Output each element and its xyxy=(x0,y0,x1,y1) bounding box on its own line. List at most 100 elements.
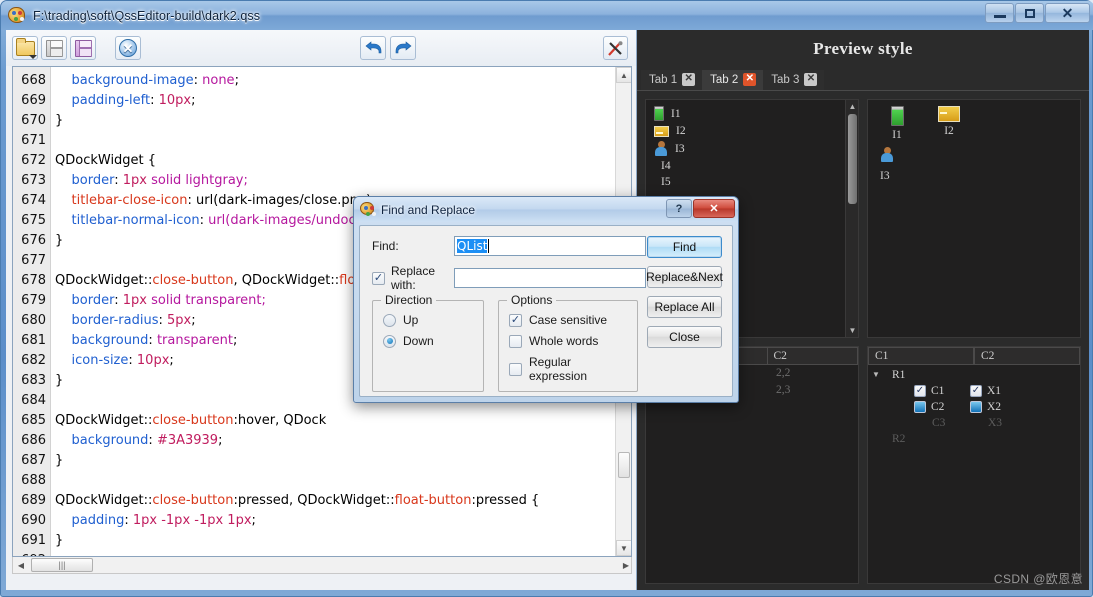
tree-child-row[interactable]: C3 X3 xyxy=(868,415,1080,431)
code-line[interactable]: padding: 1px -1px -1px 1px; xyxy=(55,511,631,531)
tree-header[interactable]: C1 C2 xyxy=(868,346,1080,365)
redo-button[interactable] xyxy=(390,36,416,60)
list-item[interactable]: I4 xyxy=(648,158,856,174)
code-line[interactable]: } xyxy=(55,531,631,551)
direction-option-up[interactable]: Up xyxy=(383,313,473,327)
code-token: } xyxy=(55,533,64,548)
code-line[interactable]: background-image: none; xyxy=(55,71,631,91)
replace-next-button[interactable]: Replace&Next xyxy=(646,266,723,288)
list-item[interactable]: I1 xyxy=(648,104,856,123)
icon-view-widget[interactable]: I1 I2 I3 xyxy=(867,99,1081,338)
tree-checkbox[interactable] xyxy=(914,400,926,413)
icon-view-item[interactable]: I2 xyxy=(926,106,972,141)
battery-icon xyxy=(890,106,904,126)
icon-view-item[interactable]: I1 xyxy=(874,106,920,141)
close-dialog-button[interactable]: Close xyxy=(647,326,722,348)
minimize-button[interactable] xyxy=(985,3,1014,23)
radio-up[interactable] xyxy=(383,313,396,327)
tree-column-header[interactable]: C1 xyxy=(868,346,974,365)
code-line[interactable]: padding-left: 10px; xyxy=(55,91,631,111)
tree-cell[interactable]: C3 xyxy=(914,417,970,429)
close-file-button[interactable]: ✕ xyxy=(115,36,141,60)
tree-widget[interactable]: C1 C2 ▼ R1 ✓ C1 ✓ X1 C2 X2 C3 X3 R2 xyxy=(867,345,1081,584)
list-item[interactable]: I2 xyxy=(648,123,856,139)
table-column-header[interactable]: C2 xyxy=(767,346,858,365)
tree-child-row[interactable]: C2 X2 xyxy=(868,399,1080,415)
close-button[interactable]: ✕ xyxy=(1045,3,1090,23)
vertical-scroll-thumb[interactable] xyxy=(618,452,630,478)
find-replace-dialog[interactable]: Find and Replace ? ✕ Find: QList ✓ Repla xyxy=(353,196,739,403)
scroll-down-button[interactable]: ▼ xyxy=(616,540,631,556)
find-input[interactable]: QList xyxy=(454,236,646,256)
checkbox-regular-expression[interactable] xyxy=(509,362,522,376)
editor-horizontal-scrollbar[interactable]: ◀ ||| ▶ xyxy=(12,557,632,574)
replace-with-checkbox[interactable]: ✓ xyxy=(372,271,385,285)
scroll-right-button[interactable]: ▶ xyxy=(623,561,629,570)
code-line[interactable] xyxy=(55,471,631,491)
list-item[interactable]: I3 xyxy=(648,139,856,158)
replace-input[interactable] xyxy=(454,268,646,288)
save-button[interactable] xyxy=(41,36,67,60)
list-scrollbar[interactable]: ▲ ▼ xyxy=(845,100,858,337)
tree-cell[interactable]: ✓ C1 xyxy=(914,384,970,397)
dialog-help-button[interactable]: ? xyxy=(666,199,692,218)
list-scroll-down-icon[interactable]: ▼ xyxy=(846,325,858,337)
code-line[interactable]: } xyxy=(55,451,631,471)
tree-cell[interactable]: C2 xyxy=(914,400,970,413)
tree-expand-arrow-icon[interactable]: ▼ xyxy=(868,370,884,379)
tree-root-row[interactable]: ▼ R1 xyxy=(868,367,1080,383)
tab-close-icon[interactable]: ✕ xyxy=(682,73,696,86)
maximize-button[interactable] xyxy=(1015,3,1044,23)
option-case-sensitive[interactable]: ✓ Case sensitive xyxy=(509,313,627,327)
tree-cell[interactable]: ✓ X1 xyxy=(970,384,1026,397)
code-line[interactable]: background: #3A3939; xyxy=(55,431,631,451)
preview-tab-2[interactable]: Tab 2 ✕ xyxy=(702,70,764,90)
save-as-button[interactable] xyxy=(70,36,96,60)
code-token: ; xyxy=(169,353,174,368)
table-cell[interactable]: 2,3 xyxy=(768,381,858,398)
checkbox-case-sensitive[interactable]: ✓ xyxy=(509,313,522,327)
tree-cell[interactable]: X3 xyxy=(970,417,1026,429)
code-line[interactable]: QDockWidget { xyxy=(55,151,631,171)
code-line[interactable]: border: 1px solid lightgray; xyxy=(55,171,631,191)
card-icon xyxy=(654,125,669,137)
tree-cell[interactable]: X2 xyxy=(970,400,1026,413)
code-line[interactable] xyxy=(55,551,631,556)
scroll-up-button[interactable]: ▲ xyxy=(616,67,631,83)
open-file-button[interactable] xyxy=(12,36,38,60)
options-button[interactable] xyxy=(603,36,628,60)
horizontal-scroll-thumb[interactable]: ||| xyxy=(31,558,93,572)
option-regular-expression[interactable]: Regular expression xyxy=(509,355,627,383)
tree-child-row[interactable]: ✓ C1 ✓ X1 xyxy=(868,383,1080,399)
code-line[interactable]: } xyxy=(55,111,631,131)
dialog-close-button[interactable]: ✕ xyxy=(693,199,735,218)
tab-close-icon[interactable]: ✕ xyxy=(743,73,757,86)
table-cell[interactable]: 2,2 xyxy=(768,364,858,381)
preview-tab-3[interactable]: Tab 3 ✕ xyxy=(763,70,825,90)
code-line[interactable] xyxy=(55,131,631,151)
option-whole-words[interactable]: Whole words xyxy=(509,334,627,348)
list-scroll-thumb[interactable] xyxy=(848,114,857,204)
direction-option-down[interactable]: Down xyxy=(383,334,473,348)
list-item[interactable]: I5 xyxy=(648,174,856,190)
checkbox-whole-words[interactable] xyxy=(509,334,522,348)
radio-down[interactable] xyxy=(383,334,396,348)
scroll-left-button[interactable]: ◀ xyxy=(13,558,29,573)
tree-checkbox[interactable]: ✓ xyxy=(914,384,926,397)
replace-all-button[interactable]: Replace All xyxy=(647,296,722,318)
tree-checkbox[interactable]: ✓ xyxy=(970,384,982,397)
code-line[interactable]: QDockWidget::close-button:pressed, QDock… xyxy=(55,491,631,511)
find-button[interactable]: Find xyxy=(647,236,722,258)
preview-title: Preview style xyxy=(813,39,913,58)
icon-view-item[interactable]: I3 xyxy=(874,147,1074,182)
tree-checkbox[interactable] xyxy=(970,400,982,413)
line-number: 670 xyxy=(21,113,46,128)
list-scroll-up-icon[interactable]: ▲ xyxy=(846,100,858,112)
tree-sibling-row[interactable]: R2 xyxy=(868,431,1080,447)
tab-close-icon[interactable]: ✕ xyxy=(804,73,818,86)
code-line[interactable]: QDockWidget::close-button:hover, QDock xyxy=(55,411,631,431)
preview-tab-1[interactable]: Tab 1 ✕ xyxy=(641,70,703,90)
undo-button[interactable] xyxy=(360,36,386,60)
tree-column-header[interactable]: C2 xyxy=(974,346,1080,365)
